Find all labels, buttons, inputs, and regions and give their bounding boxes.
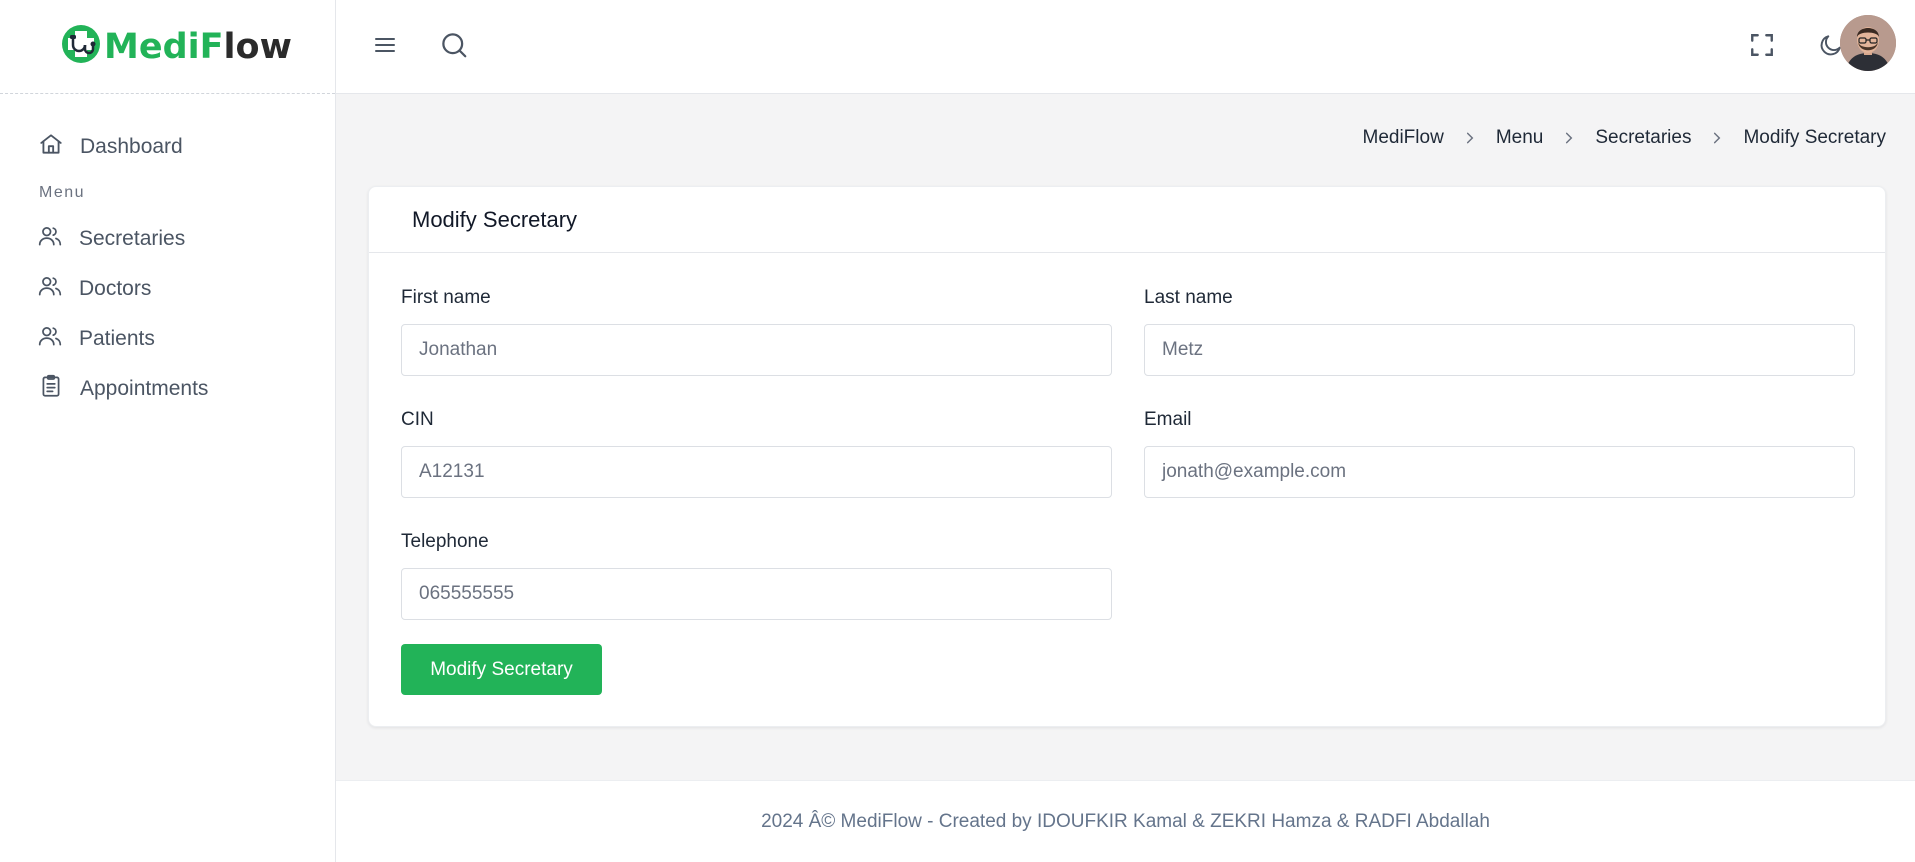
users-icon (37, 323, 63, 355)
first-name-group: First name Jonathan (401, 287, 1112, 376)
card-title: Modify Secretary (369, 187, 1885, 253)
last-name-group: Last name Metz (1144, 287, 1855, 376)
cin-group: CIN A12131 (401, 409, 1112, 498)
telephone-label: Telephone (401, 531, 489, 552)
sidebar: MediFlow Dashboard Menu Secretaries Doct… (0, 0, 336, 862)
sidebar-section-label: Menu (39, 184, 86, 201)
breadcrumb-item-menu[interactable]: Menu (1496, 127, 1544, 149)
fullscreen-button[interactable] (1741, 26, 1783, 68)
last-name-input[interactable]: Metz (1144, 324, 1855, 376)
chevron-right-icon (1710, 131, 1724, 145)
email-input[interactable]: jonath@example.com (1144, 446, 1855, 498)
chevron-right-icon (1562, 131, 1576, 145)
sidebar-item-appointments[interactable]: Appointments (0, 364, 335, 414)
users-icon (37, 223, 63, 255)
telephone-group: Telephone 065555555 (401, 531, 1112, 620)
sidebar-nav: Dashboard Menu Secretaries Doctors Patie… (0, 94, 335, 414)
search-icon (439, 30, 469, 65)
avatar[interactable] (1840, 15, 1896, 71)
sidebar-item-patients[interactable]: Patients (0, 314, 335, 364)
menu-icon (373, 33, 397, 62)
chevron-right-icon (1463, 131, 1477, 145)
brand-logo[interactable]: MediFlow (60, 23, 292, 70)
first-name-input[interactable]: Jonathan (401, 324, 1112, 376)
email-label: Email (1144, 409, 1192, 430)
users-icon (37, 273, 63, 305)
sidebar-item-secretaries[interactable]: Secretaries (0, 214, 335, 264)
sidebar-item-dashboard[interactable]: Dashboard (0, 122, 335, 172)
breadcrumb: MediFlow Menu Secretaries Modify Secreta… (1363, 127, 1887, 149)
search-button[interactable] (433, 26, 475, 68)
cin-label: CIN (401, 409, 434, 430)
sidebar-item-label: Doctors (79, 277, 152, 300)
telephone-input[interactable]: 065555555 (401, 568, 1112, 620)
email-group: Email jonath@example.com (1144, 409, 1855, 498)
logo-area: MediFlow (0, 0, 335, 94)
cin-input[interactable]: A12131 (401, 446, 1112, 498)
breadcrumb-item-home[interactable]: MediFlow (1363, 127, 1444, 149)
sidebar-item-label: Secretaries (79, 227, 186, 250)
modify-secretary-card: Modify Secretary First name Jonathan Las… (368, 186, 1886, 727)
clipboard-icon (38, 373, 64, 405)
breadcrumb-item-current: Modify Secretary (1743, 127, 1886, 148)
breadcrumb-item-secretaries[interactable]: Secretaries (1595, 127, 1691, 149)
fullscreen-icon (1749, 32, 1775, 63)
sidebar-item-label: Patients (79, 327, 155, 350)
logo-icon (60, 23, 102, 70)
menu-toggle-button[interactable] (364, 26, 406, 68)
modify-secretary-button[interactable]: Modify Secretary (401, 644, 602, 695)
sidebar-item-label: Dashboard (80, 135, 183, 158)
footer: 2024 Â© MediFlow - Created by IDOUFKIR K… (336, 780, 1915, 862)
brand-name: MediFlow (104, 26, 292, 67)
footer-text: 2024 Â© MediFlow - Created by IDOUFKIR K… (761, 810, 1490, 832)
brand-name-f: Flow (199, 26, 292, 67)
top-header (336, 0, 1915, 94)
sidebar-item-doctors[interactable]: Doctors (0, 264, 335, 314)
home-icon (38, 131, 64, 163)
last-name-label: Last name (1144, 287, 1233, 308)
first-name-label: First name (401, 287, 491, 308)
sidebar-item-label: Appointments (80, 377, 209, 400)
